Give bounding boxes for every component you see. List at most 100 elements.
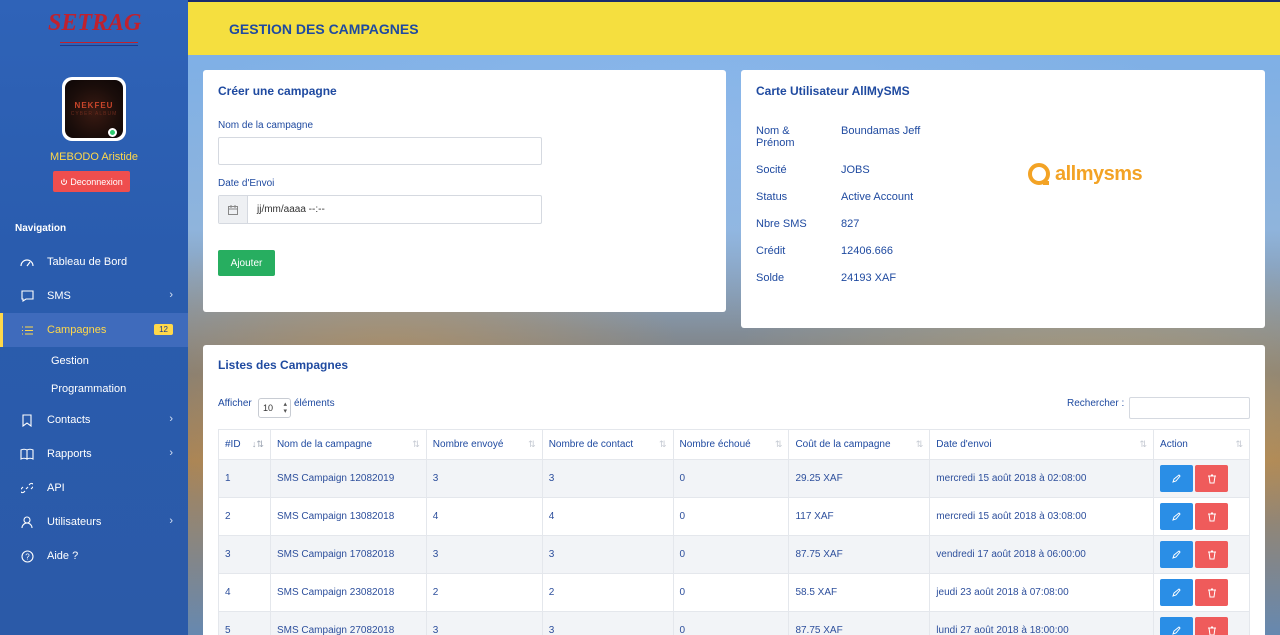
page-title: GESTION DES CAMPAGNES bbox=[229, 21, 419, 37]
list-icon bbox=[20, 323, 34, 337]
show-label: Afficher bbox=[218, 398, 252, 409]
bookmark-icon bbox=[20, 413, 34, 427]
user-icon bbox=[20, 515, 34, 529]
user-name: MEBODO Aristide bbox=[49, 151, 139, 163]
trash-icon bbox=[1207, 474, 1216, 483]
table-row: 2 SMS Campaign 13082018 4 4 0 117 XAF mercredi… bbox=[218, 497, 1250, 536]
trash-icon bbox=[1207, 550, 1216, 559]
sidebar-subitem-programmation[interactable]: Programmation bbox=[0, 375, 188, 403]
avatar-text: NEKFEU bbox=[74, 101, 114, 110]
chevron-right-icon: › bbox=[169, 447, 173, 459]
send-date-placeholder: jj/mm/aaaa --:-- bbox=[257, 204, 325, 215]
campaign-list-title: Listes des Campagnes bbox=[218, 358, 349, 372]
power-icon bbox=[61, 178, 68, 185]
campaigns-table: #ID ↓⇅ Nom de la campagne ⇅ Nombre envoyé ⇅… bbox=[218, 429, 1250, 635]
trash-icon bbox=[1207, 512, 1216, 521]
card-label-company: Socité bbox=[756, 164, 787, 176]
card-label-status: Status bbox=[756, 191, 788, 203]
dashboard-icon bbox=[20, 255, 34, 269]
sidebar-item-api[interactable]: API bbox=[0, 471, 188, 505]
create-campaign-panel: Créer une campagne Nom de la campagne Da… bbox=[203, 70, 726, 312]
delete-button[interactable] bbox=[1195, 503, 1229, 530]
sort-asc-icon: ↓⇅ bbox=[251, 439, 264, 449]
table-row: 3 SMS Campaign 17082018 3 3 0 87.75 XAF vendre… bbox=[218, 535, 1250, 574]
nav-title: Navigation bbox=[15, 223, 67, 234]
avatar[interactable]: NEKFEU CYBER ALBUM bbox=[62, 77, 126, 141]
sidebar-subitem-gestion[interactable]: Gestion bbox=[0, 347, 188, 375]
chevron-right-icon: › bbox=[169, 515, 173, 527]
card-value-credit: 12406.666 bbox=[841, 245, 893, 257]
column-header-contacts[interactable]: Nombre de contact ⇅ bbox=[541, 429, 674, 460]
sidebar-item-tableau-de-bord[interactable]: Tableau de Bord bbox=[0, 245, 188, 279]
column-header-action[interactable]: Action ⇅ bbox=[1153, 429, 1250, 460]
link-icon bbox=[20, 481, 34, 495]
select-arrows-icon: ▴ ▾ bbox=[283, 401, 287, 415]
column-header-id[interactable]: #ID ↓⇅ bbox=[218, 429, 271, 460]
edit-button[interactable] bbox=[1160, 617, 1194, 635]
setrag-logo[interactable]: SETRAG bbox=[44, 8, 144, 54]
table-header-row: #ID ↓⇅ Nom de la campagne ⇅ Nombre envoyé ⇅… bbox=[218, 429, 1250, 460]
pencil-icon bbox=[1172, 512, 1181, 521]
user-card-title: Carte Utilisateur AllMySMS bbox=[756, 84, 910, 98]
delete-button[interactable] bbox=[1195, 579, 1229, 606]
sort-icon: ⇅ bbox=[412, 439, 420, 449]
sort-icon: ⇅ bbox=[1235, 439, 1243, 449]
chevron-right-icon: › bbox=[169, 289, 173, 301]
search-input[interactable] bbox=[1129, 397, 1250, 419]
nav-menu: Tableau de Bord SMS › Campagnes 12 Gesti… bbox=[0, 245, 188, 573]
column-header-cost[interactable]: Coût de la campagne ⇅ bbox=[788, 429, 931, 460]
table-row: 5 SMS Campaign 27082018 3 3 0 87.75 XAF lundi … bbox=[218, 611, 1250, 635]
column-header-sent[interactable]: Nombre envoyé ⇅ bbox=[425, 429, 543, 460]
card-value-sms-count: 827 bbox=[841, 218, 860, 230]
sidebar: SETRAG NEKFEU CYBER ALBUM MEBODO Aristid… bbox=[0, 0, 188, 635]
sidebar-item-utilisateurs[interactable]: Utilisateurs › bbox=[0, 505, 188, 539]
sidebar-item-aide[interactable]: ? Aide ? bbox=[0, 539, 188, 573]
create-campaign-title: Créer une campagne bbox=[218, 84, 337, 98]
card-label-credit: Crédit bbox=[756, 245, 786, 257]
top-header: GESTION DES CAMPAGNES bbox=[188, 0, 1280, 55]
sidebar-item-sms[interactable]: SMS › bbox=[0, 279, 188, 313]
card-label-balance: Solde bbox=[756, 272, 785, 284]
help-icon: ? bbox=[20, 549, 34, 563]
page-size-select[interactable]: 10 ▴ ▾ bbox=[258, 398, 291, 418]
pencil-icon bbox=[1172, 626, 1181, 635]
sidebar-item-campagnes[interactable]: Campagnes 12 bbox=[0, 313, 188, 347]
delete-button[interactable] bbox=[1195, 541, 1229, 568]
campagnes-count-badge: 12 bbox=[154, 324, 173, 335]
delete-button[interactable] bbox=[1195, 465, 1229, 492]
online-status-dot bbox=[108, 128, 117, 137]
search-label: Rechercher : bbox=[1067, 398, 1125, 409]
logout-button[interactable]: Deconnexion bbox=[53, 171, 130, 192]
edit-button[interactable] bbox=[1160, 541, 1194, 568]
edit-button[interactable] bbox=[1160, 465, 1194, 492]
sort-icon: ⇅ bbox=[528, 439, 536, 449]
column-header-name[interactable]: Nom de la campagne ⇅ bbox=[269, 429, 427, 460]
pencil-icon bbox=[1172, 588, 1181, 597]
column-header-date[interactable]: Date d'envoi ⇅ bbox=[929, 429, 1155, 460]
delete-button[interactable] bbox=[1195, 617, 1229, 635]
chevron-right-icon: › bbox=[169, 413, 173, 425]
allmysms-logo-text: allmysms bbox=[1055, 162, 1143, 185]
column-header-failed[interactable]: Nombre échoué ⇅ bbox=[672, 429, 790, 460]
calendar-icon bbox=[219, 196, 248, 223]
add-campaign-button[interactable]: Ajouter bbox=[218, 250, 275, 276]
pencil-icon bbox=[1172, 474, 1181, 483]
svg-text:?: ? bbox=[25, 552, 30, 561]
send-date-input[interactable]: jj/mm/aaaa --:-- bbox=[218, 195, 542, 224]
sort-icon: ⇅ bbox=[659, 439, 667, 449]
campaign-list-panel: Listes des Campagnes Afficher 10 ▴ ▾ élém… bbox=[203, 345, 1265, 635]
edit-button[interactable] bbox=[1160, 503, 1194, 530]
card-value-status: Active Account bbox=[841, 191, 914, 203]
allmysms-logo: allmysms bbox=[1027, 162, 1143, 186]
sidebar-item-rapports[interactable]: Rapports › bbox=[0, 437, 188, 471]
sidebar-item-contacts[interactable]: Contacts › bbox=[0, 403, 188, 437]
message-icon bbox=[20, 289, 34, 303]
trash-icon bbox=[1207, 588, 1216, 597]
user-card-panel: Carte Utilisateur AllMySMS Nom & Prénom … bbox=[741, 70, 1265, 328]
campaign-name-label: Nom de la campagne bbox=[218, 120, 314, 131]
avatar-subtext: CYBER ALBUM bbox=[70, 111, 118, 117]
campaign-name-input[interactable] bbox=[218, 137, 542, 165]
card-label-name: Nom & Prénom bbox=[756, 125, 795, 149]
sort-icon: ⇅ bbox=[774, 439, 783, 449]
edit-button[interactable] bbox=[1160, 579, 1194, 606]
